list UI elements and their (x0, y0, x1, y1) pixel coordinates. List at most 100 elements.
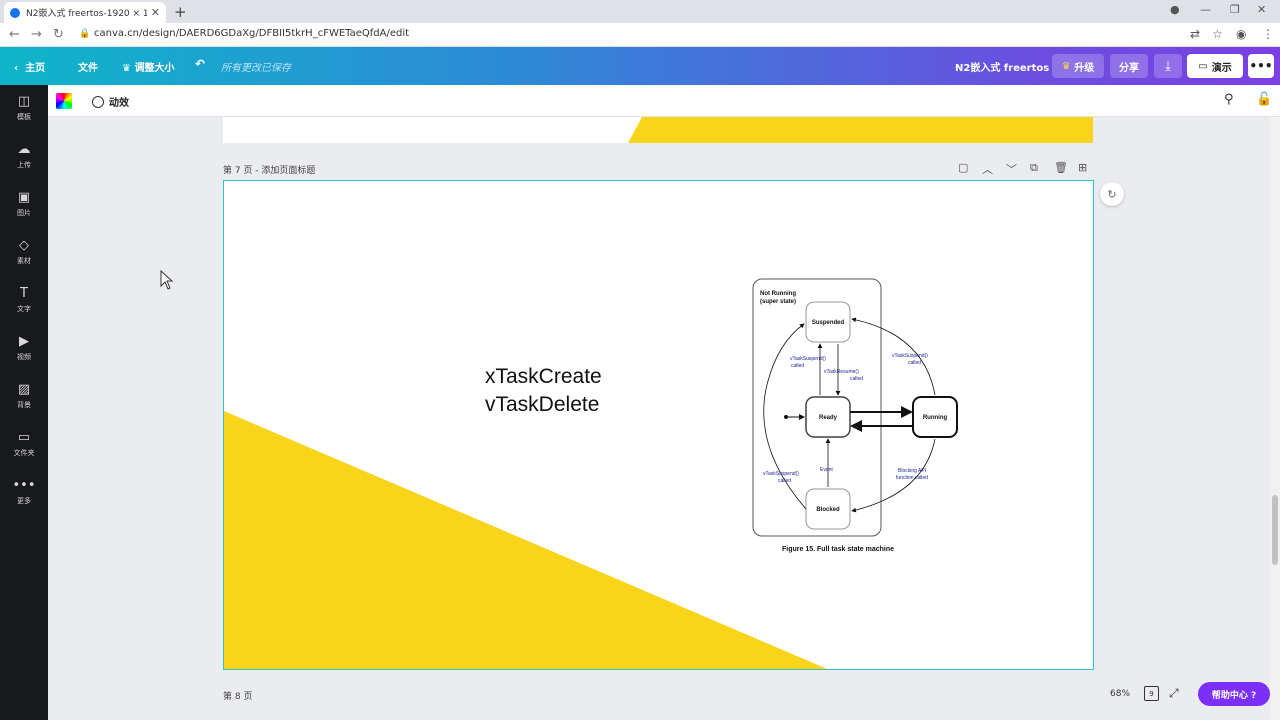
close-window-icon[interactable]: ✕ (1257, 3, 1266, 16)
file-menu[interactable]: 文件 (78, 59, 98, 74)
vtr-1: vTaskResume() (824, 369, 859, 375)
share-button[interactable]: 分享 (1110, 54, 1148, 78)
vts-right-1: vTaskSuspend() (892, 353, 928, 359)
duplicate-page-icon[interactable]: ⧉ (1030, 161, 1038, 175)
resize-button[interactable]: ♛ 调整大小 (122, 59, 174, 74)
animate-button[interactable]: 动效 (92, 94, 129, 109)
add-comment-icon[interactable]: ↻ (1100, 182, 1124, 206)
vtr-1b: called (850, 376, 863, 382)
add-page-icon[interactable]: ⊞ (1078, 161, 1087, 174)
browser-tab-bar: N2嵌入式 freertos-1920 × 108 ✕ + ● — ❐ ✕ (0, 0, 1280, 23)
folder-icon: ▭ (17, 430, 31, 445)
canva-favicon-icon (10, 7, 20, 18)
blocked-label: Blocked (816, 507, 840, 513)
ready-label: Ready (819, 415, 838, 421)
sidebar-item-elements[interactable]: ◇ 素材 (0, 239, 48, 266)
delete-page-icon[interactable]: 🗑 (1054, 161, 1068, 174)
lock-element-icon[interactable]: 🔓 (1256, 92, 1272, 107)
design-title[interactable]: N2嵌入式 freertos (955, 59, 1049, 74)
move-page-up-icon[interactable]: ︿ (982, 161, 993, 177)
browser-tab[interactable]: N2嵌入式 freertos-1920 × 108 ✕ (4, 2, 166, 23)
sidebar-item-folders[interactable]: ▭ 文件夹 (0, 431, 48, 458)
background-icon: ▨ (17, 382, 31, 397)
home-label: 主页 (25, 63, 46, 74)
page-title-label[interactable]: 第 7 页 - 添加页面标题 (223, 163, 315, 176)
save-status: 所有更改已保存 (221, 63, 291, 74)
browser-menu-icon[interactable]: ⋮ (1262, 27, 1274, 41)
minimize-icon[interactable]: — (1200, 3, 1211, 16)
back-icon[interactable]: ← (9, 27, 20, 42)
help-center-button[interactable]: 帮助中心 ? (1198, 682, 1270, 706)
sidebar-item-background[interactable]: ▨ 背景 (0, 383, 48, 410)
video-icon: ▶ (19, 334, 29, 349)
download-icon[interactable]: ⤓ (1154, 54, 1182, 78)
task-state-diagram[interactable]: Not Running (super state) Suspended Read… (744, 269, 970, 559)
reload-icon[interactable]: ↻ (53, 27, 64, 42)
present-label: 演示 (1211, 62, 1232, 74)
slide-text-line-2: vTaskDelete (485, 393, 600, 416)
vts-right-1b: called (908, 360, 921, 366)
figure-caption: Figure 15. Full task state machine (782, 546, 894, 553)
sidebar-item-text[interactable]: T 文字 (0, 287, 48, 314)
next-page-label[interactable]: 第 8 页 (223, 689, 252, 702)
left-sidebar: ◫ 模板 ☁ 上传 ▣ 图片 ◇ 素材 T 文字 ▶ 视频 ▨ 背景 ▭ 文件夹 ••• 更多 (0, 85, 48, 720)
initial-state-dot (784, 415, 788, 419)
upgrade-label: 升级 (1074, 62, 1095, 74)
sidebar-item-uploads[interactable]: ☁ 上传 (0, 143, 48, 170)
url-field[interactable]: canva.cn/design/DAERD6GDaXg/DFBII5tkrH_c… (94, 28, 409, 39)
page-grid-button[interactable]: 9 (1144, 686, 1159, 701)
account-dot-icon[interactable]: ● (1170, 3, 1180, 16)
elements-icon: ◇ (19, 238, 29, 253)
new-tab-icon[interactable]: + (174, 3, 187, 21)
blocking-label-1: Blocking API (898, 468, 926, 474)
sidebar-item-more[interactable]: ••• 更多 (0, 479, 48, 506)
present-button[interactable]: ▭ 演示 (1187, 54, 1243, 78)
suspended-label: Suspended (812, 320, 845, 326)
fullscreen-icon[interactable]: ⤢ (1169, 686, 1179, 701)
vts-left-2b: called (778, 478, 791, 484)
slide-text-line-1: xTaskCreate (485, 365, 602, 388)
animate-label: 动效 (109, 98, 129, 109)
more-options-icon[interactable]: ••• (1248, 54, 1274, 78)
restore-icon[interactable]: ❐ (1230, 3, 1240, 16)
profile-icon[interactable]: ◉ (1236, 27, 1246, 41)
color-picker-swatch[interactable] (56, 93, 72, 109)
address-bar: ← → ↻ 🔒 canva.cn/design/DAERD6GDaXg/DFBI… (0, 23, 1280, 47)
animate-icon (92, 95, 104, 108)
bookmark-star-icon[interactable]: ☆ (1212, 27, 1223, 41)
present-icon: ▭ (1198, 60, 1208, 72)
photo-icon: ▣ (17, 190, 31, 205)
home-button[interactable]: ‹ 主页 (14, 59, 45, 74)
sidebar-item-video[interactable]: ▶ 视频 (0, 335, 48, 362)
yellow-shape (628, 117, 1093, 143)
scrollbar-thumb[interactable] (1272, 495, 1278, 565)
lock-icon: 🔒 (79, 29, 91, 39)
vts-left-1: vTaskSuspend() (790, 356, 826, 362)
crown-icon: ♛ (1061, 60, 1071, 72)
running-label: Running (923, 415, 948, 421)
context-toolbar: 动效 ⚲ 🔓 (48, 85, 1280, 117)
sidebar-item-photos[interactable]: ▣ 图片 (0, 191, 48, 218)
upgrade-button[interactable]: ♛ 升级 (1052, 54, 1104, 78)
zoom-level[interactable]: 68% (1110, 689, 1130, 699)
editor-toolbar: ‹ 主页 文件 ♛ 调整大小 ↶ 所有更改已保存 N2嵌入式 freertos … (0, 47, 1280, 85)
close-tab-icon[interactable]: ✕ (151, 6, 160, 19)
sidebar-item-templates[interactable]: ◫ 模板 (0, 95, 48, 122)
blocking-label-2: function called (896, 475, 928, 481)
template-icon: ◫ (17, 94, 31, 109)
event-label: Event (820, 467, 833, 473)
vts-left-2: vTaskSuspend() (763, 471, 799, 477)
translate-icon[interactable]: ⇄ (1190, 27, 1200, 41)
forward-icon[interactable]: → (31, 27, 42, 42)
vertical-scrollbar[interactable] (1270, 117, 1280, 720)
slide-page-7[interactable]: xTaskCreate vTaskDelete Not Running (sup… (223, 180, 1094, 670)
move-page-down-icon[interactable]: ﹀ (1006, 161, 1017, 177)
undo-icon[interactable]: ↶ (195, 57, 205, 71)
more-icon: ••• (12, 478, 36, 493)
upload-icon: ☁ (17, 142, 31, 157)
slide-text-box[interactable]: xTaskCreate vTaskDelete (485, 363, 602, 419)
previous-page-preview[interactable] (223, 117, 1093, 143)
superstate-label: Not Running (760, 291, 796, 297)
copy-style-icon[interactable]: ⚲ (1224, 92, 1234, 107)
page-note-icon[interactable]: ▢ (958, 161, 968, 174)
